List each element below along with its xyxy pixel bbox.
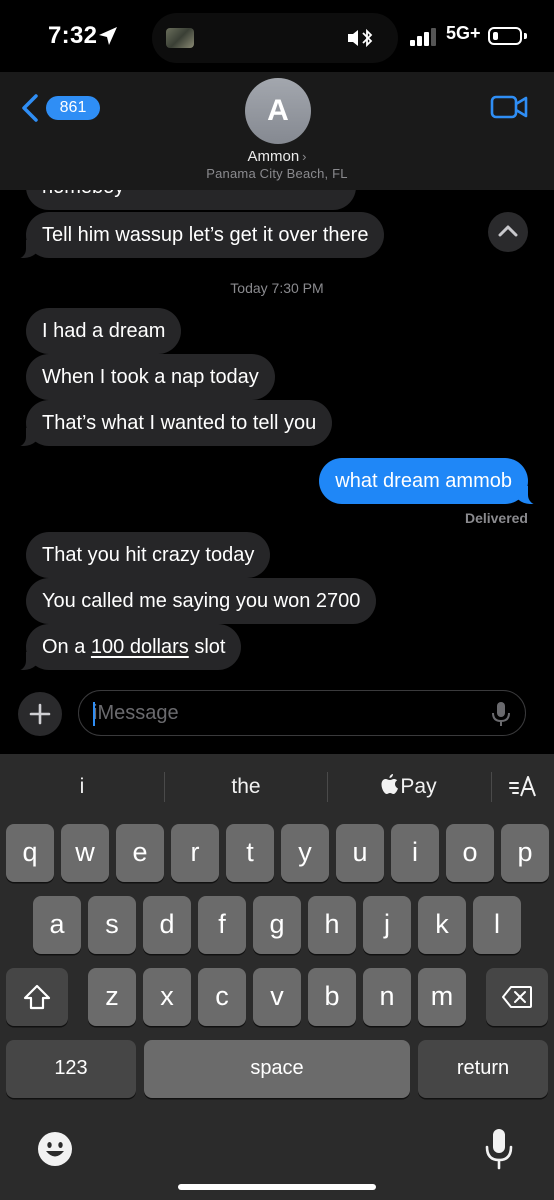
apple-logo-icon xyxy=(381,774,399,794)
location-arrow-icon xyxy=(99,27,117,45)
key-s[interactable]: s xyxy=(88,896,136,954)
suggestion-item[interactable]: i xyxy=(0,768,164,806)
key-a[interactable]: a xyxy=(33,896,81,954)
message-bubble-incoming[interactable]: On a 100 dollars slot xyxy=(13,624,242,671)
status-bar: 7:32 5G+ xyxy=(0,0,554,72)
key-g[interactable]: g xyxy=(253,896,301,954)
key-v[interactable]: v xyxy=(253,968,301,1026)
key-j[interactable]: j xyxy=(363,896,411,954)
text-format-button[interactable] xyxy=(492,768,554,806)
network-type: 5G+ xyxy=(446,23,481,43)
key-y[interactable]: y xyxy=(281,824,329,882)
delivery-status: Delivered xyxy=(464,510,528,526)
key-f[interactable]: f xyxy=(198,896,246,954)
key-m[interactable]: m xyxy=(418,968,466,1026)
message-bubble-incoming[interactable]: That you hit crazy today xyxy=(26,532,271,578)
apps-plus-button[interactable] xyxy=(18,692,62,736)
dictation-mic-icon[interactable] xyxy=(491,701,511,727)
key-h[interactable]: h xyxy=(308,896,356,954)
chevron-up-icon xyxy=(498,225,518,237)
emoji-icon[interactable] xyxy=(36,1130,74,1168)
key-z[interactable]: z xyxy=(88,968,136,1026)
video-call-icon[interactable] xyxy=(490,92,528,122)
key-t[interactable]: t xyxy=(226,824,274,882)
message-input[interactable] xyxy=(93,699,473,727)
data-detector-link[interactable]: 100 dollars xyxy=(91,636,189,658)
scroll-up-button[interactable] xyxy=(488,212,528,252)
message-bubble-incoming[interactable]: Tell him wassup let’s get it over there xyxy=(13,212,385,259)
message-bubble-outgoing[interactable]: what dream ammob xyxy=(319,458,540,505)
chevron-right-icon: › xyxy=(302,149,307,164)
key-x[interactable]: x xyxy=(143,968,191,1026)
contact-avatar[interactable]: A xyxy=(245,78,311,144)
key-c[interactable]: c xyxy=(198,968,246,1026)
apple-pay-suggestion[interactable]: Pay xyxy=(328,768,490,806)
key-r[interactable]: r xyxy=(171,824,219,882)
key-q[interactable]: q xyxy=(6,824,54,882)
message-text: You called me saying you won 2700 xyxy=(42,590,361,612)
dictation-mic-icon[interactable] xyxy=(484,1128,514,1170)
battery-cap xyxy=(524,33,527,39)
home-indicator[interactable] xyxy=(178,1184,376,1190)
shift-arrow-icon xyxy=(23,984,51,1010)
message-text: When I took a nap today xyxy=(42,366,259,388)
numbers-key[interactable]: 123 xyxy=(6,1040,136,1098)
key-o[interactable]: o xyxy=(446,824,494,882)
message-text: Tell him wassup let’s get it over there xyxy=(42,224,369,246)
key-u[interactable]: u xyxy=(336,824,384,882)
back-button[interactable]: 861 xyxy=(20,90,100,124)
message-timestamp: Today 7:30 PM xyxy=(230,280,324,296)
message-input-field[interactable] xyxy=(78,690,526,736)
unread-count-badge: 861 xyxy=(46,96,100,120)
message-text: homeboy xyxy=(42,190,124,198)
key-p[interactable]: p xyxy=(501,824,549,882)
message-thread[interactable]: homeboy Tell him wassup let’s get it ove… xyxy=(0,190,554,688)
contact-name: Ammon xyxy=(247,148,300,165)
return-key[interactable]: return xyxy=(418,1040,548,1098)
text-format-icon xyxy=(509,776,536,797)
message-text-part: slot xyxy=(188,636,226,658)
key-l[interactable]: l xyxy=(473,896,521,954)
apple-pay-label: Pay xyxy=(400,775,437,798)
message-text: I had a dream xyxy=(42,320,166,342)
key-k[interactable]: k xyxy=(418,896,466,954)
keyboard: i the Pay qwertyuiop asdfghjkl zxcvbnm 1… xyxy=(0,754,554,1200)
contact-location: Panama City Beach, FL xyxy=(206,166,348,181)
key-d[interactable]: d xyxy=(143,896,191,954)
chevron-left-icon xyxy=(22,94,38,122)
dynamic-island xyxy=(152,13,398,63)
space-key[interactable]: space xyxy=(144,1040,410,1098)
suggestion-item[interactable]: the xyxy=(165,768,327,806)
plus-icon xyxy=(29,703,51,725)
delete-backspace-icon xyxy=(502,986,532,1008)
key-n[interactable]: n xyxy=(363,968,411,1026)
delete-key[interactable] xyxy=(486,968,548,1026)
key-i[interactable]: i xyxy=(391,824,439,882)
predictive-bar: i the Pay xyxy=(0,754,554,820)
message-text: That’s what I wanted to tell you xyxy=(42,412,317,434)
battery-icon xyxy=(488,27,522,45)
key-e[interactable]: e xyxy=(116,824,164,882)
signal-icon xyxy=(410,28,436,46)
status-time: 7:32 xyxy=(48,22,98,49)
message-bubble-incoming[interactable]: That’s what I wanted to tell you xyxy=(13,400,333,447)
conversation-header: 861 A Ammon › Panama City Beach, FL xyxy=(0,72,554,190)
message-text: That you hit crazy today xyxy=(42,544,255,566)
key-b[interactable]: b xyxy=(308,968,356,1026)
key-w[interactable]: w xyxy=(61,824,109,882)
message-text: what dream ammob xyxy=(335,470,512,492)
compose-bar xyxy=(0,688,554,754)
bluetooth-icon xyxy=(348,28,373,48)
message-bubble-incoming[interactable]: You called me saying you won 2700 xyxy=(26,578,377,624)
message-bubble-incoming[interactable]: When I took a nap today xyxy=(26,354,275,400)
text-cursor xyxy=(93,702,95,726)
shift-key[interactable] xyxy=(6,968,68,1026)
contact-name-button[interactable]: Ammon › xyxy=(0,148,554,165)
now-playing-thumbnail xyxy=(166,28,194,48)
message-bubble-incoming[interactable]: I had a dream xyxy=(26,308,182,354)
message-bubble-incoming[interactable]: homeboy xyxy=(26,190,356,210)
message-text-part: On a xyxy=(42,636,91,658)
